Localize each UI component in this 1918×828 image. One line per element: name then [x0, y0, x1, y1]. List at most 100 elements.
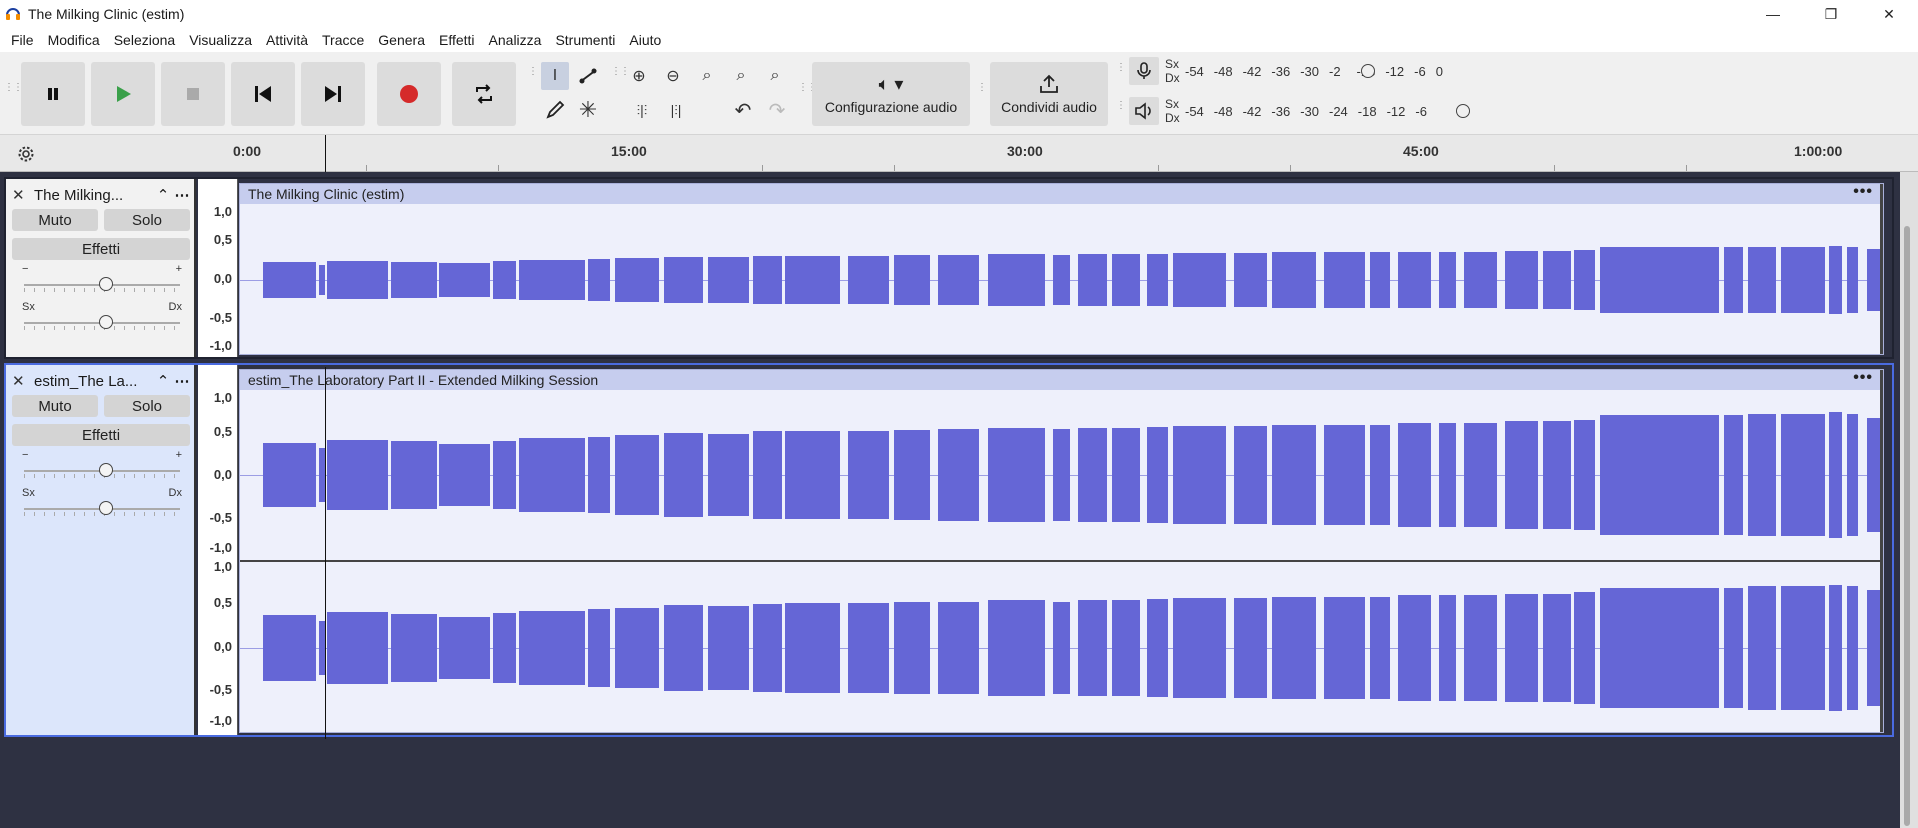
audio-track[interactable]: ✕ estim_The La... ⌃ ⋯ Muto Solo Effetti …: [4, 363, 1894, 737]
microphone-icon[interactable]: [1129, 57, 1159, 85]
toolbar-grip[interactable]: [4, 86, 10, 102]
silence-button[interactable]: |⫶|: [662, 96, 690, 124]
loop-button[interactable]: [452, 62, 516, 126]
pan-knob[interactable]: [99, 315, 113, 329]
track-menu-button[interactable]: ⋯: [172, 372, 192, 390]
scale-label: 1,0: [213, 204, 232, 219]
clip-menu-button[interactable]: •••: [1853, 370, 1873, 386]
redo-button[interactable]: ↷: [763, 96, 791, 124]
clip-menu-button[interactable]: •••: [1853, 184, 1873, 200]
audio-setup-button[interactable]: 🔈︎ ▾ Configurazione audio: [812, 62, 970, 126]
gain-slider[interactable]: − +: [20, 449, 184, 481]
draw-tool[interactable]: [541, 96, 569, 124]
zoom-toggle-button[interactable]: ⌕: [761, 62, 789, 90]
audio-clip[interactable]: estim_The Laboratory Part II - Extended …: [239, 369, 1884, 733]
scrollbar-thumb[interactable]: [1904, 226, 1910, 826]
menu-edit[interactable]: Modifica: [41, 28, 107, 52]
audio-clip[interactable]: The Milking Clinic (estim) •••: [239, 183, 1884, 355]
play-button[interactable]: [91, 62, 155, 126]
waveform-left-channel[interactable]: [240, 390, 1883, 560]
record-button[interactable]: [377, 62, 441, 126]
close-window-button[interactable]: ✕: [1860, 0, 1918, 28]
waveform-segment: [614, 258, 659, 302]
minimize-button[interactable]: —: [1744, 0, 1802, 28]
zoom-in-button[interactable]: ⊕: [625, 62, 653, 90]
menu-activities[interactable]: Attività: [259, 28, 315, 52]
meter-grip[interactable]: [1116, 66, 1122, 82]
solo-button[interactable]: Solo: [104, 209, 190, 231]
menu-effects[interactable]: Effetti: [432, 28, 482, 52]
envelope-tool[interactable]: [574, 62, 602, 90]
solo-button[interactable]: Solo: [104, 395, 190, 417]
speaker-icon[interactable]: [1129, 97, 1159, 125]
amplitude-scale[interactable]: 1,0 0,5 0,0 -0,5 -1,0 1,0 0,5 0,0 -0,5 -…: [198, 365, 238, 735]
track-menu-button[interactable]: ⋯: [172, 186, 192, 204]
play-icon: [117, 86, 131, 102]
pan-slider[interactable]: Sx Dx: [20, 487, 184, 519]
gain-slider[interactable]: − +: [20, 263, 184, 295]
timeline-settings-button[interactable]: [14, 142, 38, 166]
effects-button[interactable]: Effetti: [12, 424, 190, 446]
scale-label: -0,5: [209, 510, 232, 525]
menu-tools[interactable]: Strumenti: [548, 28, 622, 52]
menu-select[interactable]: Seleziona: [107, 28, 183, 52]
amplitude-scale[interactable]: 1,0 0,5 0,0 -0,5 -1,0: [198, 179, 238, 357]
track-name-button[interactable]: estim_The La...: [34, 373, 154, 390]
clip-title-bar[interactable]: The Milking Clinic (estim) •••: [240, 184, 1883, 204]
playback-volume-knob[interactable]: [1456, 104, 1470, 118]
zoom-out-button[interactable]: ⊖: [659, 62, 687, 90]
pan-knob[interactable]: [99, 501, 113, 515]
clip-title-bar[interactable]: estim_The Laboratory Part II - Extended …: [240, 370, 1883, 390]
fit-project-button[interactable]: ⌕: [727, 62, 755, 90]
gain-knob[interactable]: [99, 277, 113, 291]
undo-button[interactable]: ↶: [729, 96, 757, 124]
trim-button[interactable]: ⫶|⫶: [628, 96, 656, 124]
multi-tool[interactable]: ✳: [574, 96, 602, 124]
mute-button[interactable]: Muto: [12, 209, 98, 231]
collapse-track-button[interactable]: ⌃: [154, 372, 172, 390]
audio-setup-grip[interactable]: [798, 86, 804, 102]
menu-help[interactable]: Aiuto: [622, 28, 668, 52]
silence-audio-icon: |⫶|: [670, 101, 682, 118]
menu-tracks[interactable]: Tracce: [315, 28, 371, 52]
audio-track[interactable]: ✕ The Milking... ⌃ ⋯ Muto Solo Effetti −…: [4, 177, 1894, 359]
waveform-segment: [1781, 246, 1826, 314]
tools-grip[interactable]: [528, 70, 534, 86]
share-audio-button[interactable]: Condividi audio: [990, 62, 1108, 126]
gain-plus-label: +: [175, 263, 182, 275]
share-grip[interactable]: [977, 86, 983, 102]
waveform-segment: [438, 444, 490, 506]
selection-tool[interactable]: I: [541, 62, 569, 90]
gain-knob[interactable]: [99, 463, 113, 477]
track-name-button[interactable]: The Milking...: [34, 187, 154, 204]
close-track-button[interactable]: ✕: [12, 186, 28, 204]
effects-button[interactable]: Effetti: [12, 238, 190, 260]
menu-generate[interactable]: Genera: [371, 28, 432, 52]
collapse-track-button[interactable]: ⌃: [154, 186, 172, 204]
mute-button[interactable]: Muto: [12, 395, 98, 417]
close-track-button[interactable]: ✕: [12, 372, 28, 390]
playback-meter[interactable]: Sx Dx -54 -48 -42 -36 -30 -24 -18 -12 -6: [1129, 96, 1470, 126]
waveform[interactable]: [240, 204, 1883, 356]
tracks-area[interactable]: ✕ The Milking... ⌃ ⋯ Muto Solo Effetti −…: [0, 172, 1898, 828]
edit-grip[interactable]: [611, 70, 617, 86]
stop-button[interactable]: [161, 62, 225, 126]
waveform-right-channel[interactable]: [240, 562, 1883, 734]
pause-button[interactable]: [21, 62, 85, 126]
pan-slider[interactable]: Sx Dx: [20, 301, 184, 333]
menu-view[interactable]: Visualizza: [182, 28, 259, 52]
fit-selection-button[interactable]: ⌕: [693, 62, 721, 90]
timeline-ruler[interactable]: 0:00 15:00 30:00 45:00 1:00:00: [0, 135, 1918, 172]
maximize-button[interactable]: ❐: [1802, 0, 1860, 28]
waveform-segment: [785, 603, 840, 693]
record-meter[interactable]: Sx Dx -54 -48 -42 -36 -30 -2 -18 -12 -6 …: [1129, 56, 1453, 86]
skip-to-start-button[interactable]: [231, 62, 295, 126]
meter-grip-2[interactable]: [1116, 104, 1122, 120]
record-volume-knob[interactable]: [1361, 64, 1375, 78]
menu-analyze[interactable]: Analizza: [482, 28, 549, 52]
scale-label: 0,5: [213, 232, 232, 247]
skip-to-end-button[interactable]: [301, 62, 365, 126]
vertical-scrollbar[interactable]: [1900, 172, 1918, 828]
menu-file[interactable]: File: [4, 28, 41, 52]
playback-meter-tick: -12: [1386, 103, 1406, 119]
